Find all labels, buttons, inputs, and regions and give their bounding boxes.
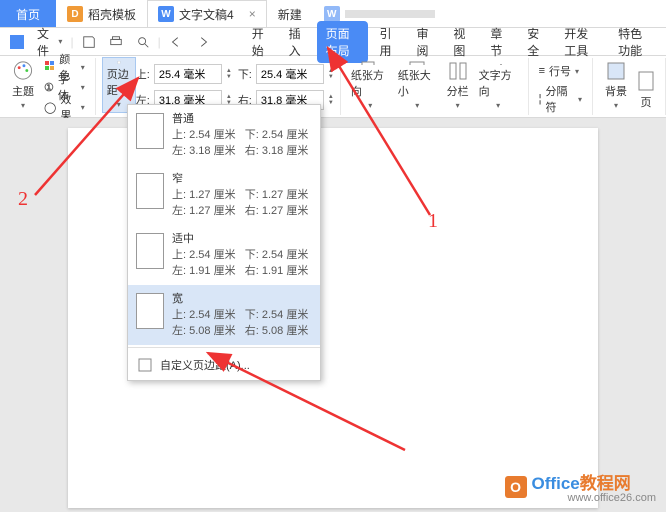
tab-template-label: 稻壳模板 (88, 6, 136, 23)
margin-preset-wide[interactable]: 宽 上: 2.54 厘米 下: 2.54 厘米 左: 5.08 厘米 右: 5.… (128, 285, 320, 345)
doc-icon: W (158, 6, 174, 22)
margin-top-input[interactable] (154, 64, 222, 84)
watermark-url: www.office26.com (568, 492, 656, 504)
columns-icon (447, 60, 469, 81)
tab-document-label: 文字文稿4 (179, 6, 234, 23)
doc-icon: W (324, 6, 340, 22)
page-icon (637, 70, 655, 92)
margin-preset-normal[interactable]: 普通 上: 2.54 厘米 下: 2.54 厘米 左: 3.18 厘米 右: 3… (128, 105, 320, 165)
margins-dropdown: 普通 上: 2.54 厘米 下: 2.54 厘米 左: 3.18 厘米 右: 3… (127, 104, 321, 381)
palette-icon (12, 60, 34, 81)
colors-icon (44, 60, 55, 74)
line-number-button[interactable]: ≡行号▾ (535, 61, 586, 81)
paper-size-icon (406, 60, 428, 65)
preset-thumb-icon (136, 233, 164, 269)
margin-bottom-label: 下: (238, 66, 252, 82)
spin-down-icon[interactable]: ▼ (328, 74, 334, 80)
bg-icon (605, 60, 627, 81)
theme-button[interactable]: 主题▾ (6, 57, 40, 113)
page-button[interactable]: 页 (633, 57, 659, 113)
margin-top-label: 上: (136, 66, 150, 82)
svg-text:II: II (491, 63, 498, 65)
menu-insert[interactable]: 插入 (280, 21, 315, 63)
preview-icon[interactable] (131, 32, 155, 52)
background-button[interactable]: 背景▾ (599, 57, 633, 113)
ribbon: 主题▾ 颜色▾ ①字体▾ ◯效果▾ 页边距▾ 上:▲▼ 下:▲▼ 左:▲▼ 右:… (0, 56, 666, 118)
watermark: O Office教程网 www.office26.com (505, 469, 656, 504)
preset-thumb-icon (136, 293, 164, 329)
redo-icon[interactable] (191, 32, 215, 52)
break-icon: ¦ (539, 93, 542, 105)
theme-effect-button[interactable]: ◯效果▾ (40, 97, 89, 117)
margin-bottom-input[interactable] (256, 64, 324, 84)
lineno-icon: ≡ (539, 65, 545, 77)
menu-tab-bar: 开始 插入 页面布局 引用 审阅 视图 章节 安全 开发工具 特色功能 (243, 28, 661, 55)
text-direction-button[interactable]: II文字方向▾ (475, 57, 522, 113)
columns-button[interactable]: 分栏▾ (441, 57, 475, 113)
quick-access-bar: 文件▾ | | 开始 插入 页面布局 引用 审阅 视图 章节 安全 开发工具 特… (0, 28, 666, 56)
margin-preset-moderate[interactable]: 适中 上: 2.54 厘米 下: 2.54 厘米 左: 1.91 厘米 右: 1… (128, 225, 320, 285)
document-workspace (0, 118, 666, 512)
textdir-icon: II (487, 60, 509, 65)
margins-icon (108, 61, 130, 64)
orientation-icon (359, 60, 381, 65)
effect-icon: ◯ (44, 101, 56, 114)
app-menu-icon[interactable] (5, 32, 29, 52)
tab-extra[interactable]: W (313, 0, 446, 27)
orientation-button[interactable]: 纸张方向▾ (347, 57, 394, 113)
menu-start[interactable]: 开始 (243, 21, 278, 63)
close-icon[interactable]: × (249, 7, 256, 21)
preset-thumb-icon (136, 173, 164, 209)
custom-margins-item[interactable]: 自定义页边距(A)... (128, 350, 320, 380)
margin-preset-narrow[interactable]: 窄 上: 1.27 厘米 下: 1.27 厘米 左: 1.27 厘米 右: 1.… (128, 165, 320, 225)
watermark-logo-icon: O (505, 476, 527, 498)
spin-down-icon[interactable]: ▼ (226, 74, 232, 80)
save-icon[interactable] (77, 32, 101, 52)
print-icon[interactable] (104, 32, 128, 52)
preset-thumb-icon (136, 113, 164, 149)
breaks-button[interactable]: ¦分隔符▾ (535, 89, 586, 109)
template-icon: D (67, 6, 83, 22)
undo-icon[interactable] (164, 32, 188, 52)
redacted-label (345, 10, 435, 18)
custom-icon (138, 358, 152, 372)
tab-template[interactable]: D 稻壳模板 (56, 0, 147, 27)
spin-down-icon[interactable]: ▼ (328, 100, 334, 106)
font-icon: ① (44, 81, 54, 94)
paper-size-button[interactable]: 纸张大小▾ (394, 57, 441, 113)
